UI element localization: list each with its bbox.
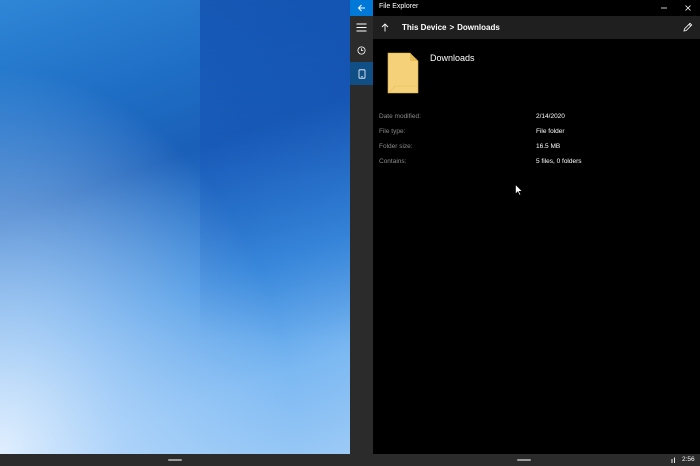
- property-row-date-modified: Date modified: 2/14/2020: [379, 113, 689, 128]
- close-button[interactable]: [676, 0, 700, 16]
- breadcrumb-separator: >: [449, 23, 455, 32]
- property-value: 2/14/2020: [536, 113, 565, 120]
- window-title: File Explorer: [379, 3, 419, 10]
- property-row-file-type: File type: File folder: [379, 128, 689, 143]
- breadcrumb: This Device > Downloads: [402, 23, 500, 32]
- properties-pane: Downloads Date modified: 2/14/2020 File …: [373, 39, 700, 454]
- property-label: Date modified:: [379, 113, 421, 120]
- up-button[interactable]: [377, 19, 393, 35]
- breadcrumb-item-downloads[interactable]: Downloads: [457, 23, 500, 32]
- left-pane-drag-handle[interactable]: [168, 459, 182, 461]
- properties-list: Date modified: 2/14/2020 File type: File…: [379, 113, 689, 173]
- location-header: This Device > Downloads: [373, 16, 700, 39]
- hamburger-menu-button[interactable]: [350, 16, 373, 39]
- desktop-wallpaper: [0, 0, 350, 454]
- folder-icon: [387, 52, 419, 94]
- navigation-rail: [350, 16, 373, 454]
- screen: File Explorer This Device > Downloads Do…: [0, 0, 700, 466]
- property-label: File type:: [379, 128, 406, 135]
- device-tablet-icon: [358, 68, 365, 79]
- property-row-folder-size: Folder size: 16.5 MB: [379, 143, 689, 158]
- minimize-button[interactable]: [652, 0, 676, 16]
- up-arrow-icon: [381, 22, 389, 31]
- edit-button[interactable]: [680, 19, 696, 35]
- nav-item-recent[interactable]: [350, 39, 373, 62]
- minimize-icon: [661, 7, 667, 9]
- file-explorer-window: File Explorer This Device > Downloads Do…: [350, 0, 700, 454]
- recent-clock-icon: [357, 46, 366, 55]
- property-label: Contains:: [379, 158, 407, 165]
- mouse-cursor-icon: [515, 184, 523, 196]
- breadcrumb-item-this-device[interactable]: This Device: [402, 23, 446, 32]
- back-button[interactable]: [350, 0, 373, 16]
- close-icon: [685, 5, 691, 11]
- property-label: Folder size:: [379, 143, 413, 150]
- taskbar-clock[interactable]: 2:56: [682, 456, 695, 463]
- taskbar: 2:56: [0, 454, 700, 466]
- title-bar: File Explorer: [350, 0, 700, 16]
- property-value: 16.5 MB: [536, 143, 561, 150]
- back-arrow-icon: [357, 4, 365, 12]
- property-row-contains: Contains: 5 files, 0 folders: [379, 158, 689, 173]
- network-icon[interactable]: [670, 456, 678, 464]
- folder-name: Downloads: [430, 53, 475, 63]
- hamburger-menu-icon: [356, 23, 367, 32]
- nav-item-this-device[interactable]: [350, 62, 373, 85]
- pencil-icon: [683, 22, 693, 32]
- right-pane-drag-handle[interactable]: [517, 459, 531, 461]
- property-value: 5 files, 0 folders: [536, 158, 582, 165]
- property-value: File folder: [536, 128, 565, 135]
